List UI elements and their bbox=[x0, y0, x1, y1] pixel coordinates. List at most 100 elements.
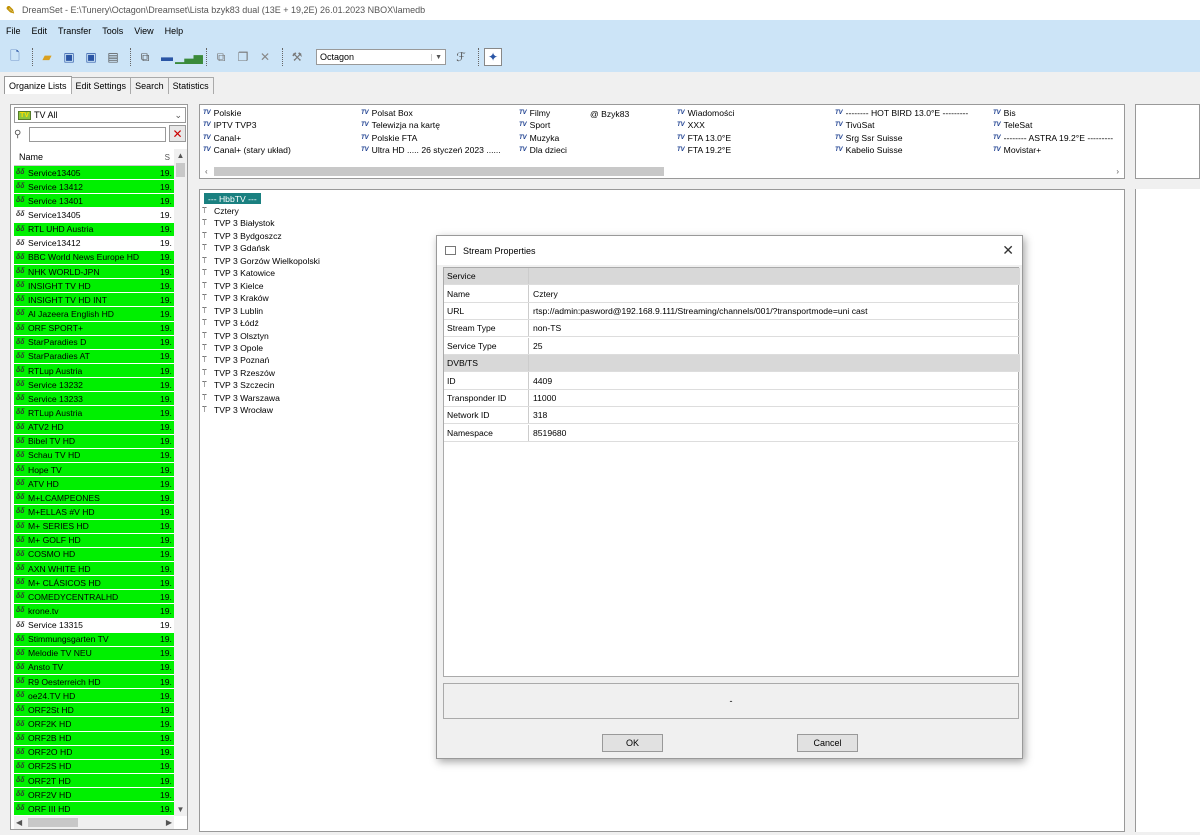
bouquet-item[interactable]: TV Polsat Box bbox=[361, 107, 413, 119]
bouquet-item[interactable]: TV Ultra HD ..... 26 styczeń 2023 ...... bbox=[361, 144, 501, 156]
service-row[interactable]: δδ AXN WHITE HD 19. bbox=[14, 561, 174, 577]
channel-item[interactable]: ⍡ TVP 3 Poznań bbox=[202, 354, 269, 366]
scroll-right-icon[interactable]: ▶ bbox=[166, 818, 172, 827]
ok-button[interactable]: OK bbox=[602, 734, 663, 752]
menu-tools[interactable]: Tools bbox=[102, 26, 123, 36]
tab-search[interactable]: Search bbox=[130, 77, 169, 94]
service-filter-combo[interactable]: TV TV All ⌄ bbox=[14, 107, 186, 123]
service-row[interactable]: δδ ORF2O HD 19. bbox=[14, 745, 174, 760]
property-value[interactable]: rtsp://admin:pasword@192.168.9.111/Strea… bbox=[529, 303, 1020, 319]
tab-edit-settings[interactable]: Edit Settings bbox=[70, 77, 132, 94]
channel-item[interactable]: ⍡ TVP 3 Łódź bbox=[202, 317, 259, 329]
save-as-icon[interactable]: ▣ bbox=[82, 48, 100, 66]
service-row[interactable]: δδ Al Jazeera English HD 19. bbox=[14, 307, 174, 322]
service-row[interactable]: δδ COMEDYCENTRALHD 19. bbox=[14, 590, 174, 605]
service-row[interactable]: δδ ORF2S HD 19. bbox=[14, 759, 174, 775]
property-row[interactable]: Transponder ID 11000 bbox=[444, 389, 1020, 408]
wand-icon[interactable]: ℱ bbox=[452, 48, 470, 66]
bouquet-item[interactable]: TV -------- HOT BIRD 13.0°E --------- bbox=[835, 107, 968, 119]
menu-view[interactable]: View bbox=[134, 26, 153, 36]
properties-icon[interactable]: ▤ bbox=[104, 48, 122, 66]
menu-transfer[interactable]: Transfer bbox=[58, 26, 91, 36]
column-sat[interactable]: S bbox=[165, 153, 170, 162]
bouquet-item[interactable]: TV Wiadomości bbox=[677, 107, 734, 119]
property-row[interactable]: Network ID 318 bbox=[444, 407, 1020, 425]
bouquet-item[interactable]: TV Canal+ (stary układ) bbox=[203, 144, 291, 156]
channel-item[interactable]: ⍡ TVP 3 Białystok bbox=[202, 217, 275, 229]
service-row[interactable]: δδ ORF SPORT+ 19. bbox=[14, 321, 174, 336]
cancel-button[interactable]: Cancel bbox=[797, 734, 858, 752]
scroll-left-icon[interactable]: ‹ bbox=[205, 167, 208, 176]
property-value[interactable]: non-TS bbox=[529, 320, 1020, 336]
signal-icon[interactable]: ▁▃▅ bbox=[175, 48, 203, 66]
scroll-up-icon[interactable]: ▲ bbox=[174, 149, 187, 162]
service-row[interactable]: δδ Service13405 19. bbox=[14, 208, 174, 223]
scroll-down-icon[interactable]: ▼ bbox=[174, 803, 187, 816]
service-row[interactable]: δδ Service 13315 19. bbox=[14, 618, 174, 633]
service-row[interactable]: δδ NHK WORLD-JPN 19. bbox=[14, 264, 174, 280]
clear-search-button[interactable]: ✕ bbox=[169, 125, 186, 142]
device-combo[interactable]: Octagon ▼ bbox=[316, 49, 446, 65]
property-value[interactable]: 11000 bbox=[529, 390, 1020, 406]
service-row[interactable]: δδ Service 13412 19. bbox=[14, 180, 174, 195]
bouquet-item[interactable]: TV Telewizja na kartę bbox=[361, 119, 440, 131]
channel-item[interactable]: ⍡ TVP 3 Katowice bbox=[202, 267, 275, 279]
bouquet-header-hbbtv[interactable]: --- HbbTV --- bbox=[204, 193, 261, 204]
service-row[interactable]: δδ Service13412 19. bbox=[14, 236, 174, 251]
property-value[interactable]: 8519680 bbox=[529, 425, 1020, 441]
scroll-thumb[interactable] bbox=[176, 163, 185, 177]
service-row[interactable]: δδ M+ELLAS #V HD 19. bbox=[14, 505, 174, 520]
service-row[interactable]: δδ StarParadies D 19. bbox=[14, 335, 174, 350]
tab-statistics[interactable]: Statistics bbox=[167, 77, 214, 94]
bouquet-item[interactable]: TV Polskie bbox=[203, 107, 241, 119]
service-list-vscroll[interactable]: ▲ ▼ bbox=[174, 149, 187, 816]
channel-item[interactable]: ⍡ TVP 3 Olsztyn bbox=[202, 330, 269, 342]
bouquet-item[interactable]: TV Sport bbox=[519, 119, 550, 131]
scroll-thumb[interactable] bbox=[214, 166, 664, 176]
channel-item[interactable]: ⍡ TVP 3 Opole bbox=[202, 342, 263, 354]
property-row[interactable]: Stream Type non-TS bbox=[444, 320, 1020, 338]
scroll-thumb[interactable] bbox=[28, 818, 78, 827]
property-value[interactable]: Cztery bbox=[529, 285, 1020, 301]
property-row[interactable]: URL rtsp://admin:pasword@192.168.9.111/St… bbox=[444, 302, 1020, 321]
tools-icon[interactable]: ⚒ bbox=[288, 48, 306, 66]
column-name[interactable]: Name bbox=[19, 152, 43, 162]
close-icon[interactable]: ✕ bbox=[1002, 242, 1014, 259]
service-row[interactable]: δδ ORF2St HD 19. bbox=[14, 703, 174, 718]
bouquet-item[interactable]: TV Filmy bbox=[519, 107, 550, 119]
new-file-icon[interactable]: 🗋 bbox=[6, 48, 24, 66]
property-value[interactable]: 25 bbox=[529, 338, 1020, 354]
bouquet-item[interactable]: TV FTA 13.0°E bbox=[677, 132, 731, 144]
property-value[interactable]: 318 bbox=[529, 407, 1020, 423]
service-row[interactable]: δδ RTL UHD Austria 19. bbox=[14, 222, 174, 237]
service-row[interactable]: δδ ORF2K HD 19. bbox=[14, 717, 174, 732]
bouquet-item[interactable]: TV Muzyka bbox=[519, 132, 559, 144]
property-row[interactable]: ID 4409 bbox=[444, 372, 1020, 390]
bouquet-item[interactable]: TV TivùSat bbox=[835, 119, 875, 131]
bouquet-item[interactable]: TV Bis bbox=[993, 107, 1016, 119]
channel-item[interactable]: ⍡ TVP 3 Gdańsk bbox=[202, 242, 270, 254]
service-row[interactable]: δδ ORF2V HD 19. bbox=[14, 788, 174, 803]
property-section[interactable]: Service bbox=[444, 268, 1020, 286]
channel-item[interactable]: ⍡ TVP 3 Bydgoszcz bbox=[202, 230, 282, 242]
paste-icon[interactable]: ❐ bbox=[234, 48, 252, 66]
scroll-right-icon[interactable]: › bbox=[1116, 167, 1119, 176]
service-row[interactable]: δδ Service 13232 19. bbox=[14, 378, 174, 393]
service-search-input[interactable] bbox=[29, 126, 166, 142]
service-row[interactable]: δδ Service13405 19. bbox=[14, 166, 174, 181]
channel-item[interactable]: ⍡ TVP 3 Kraków bbox=[202, 292, 269, 304]
bouquet-item[interactable]: TV Movistar+ bbox=[993, 144, 1041, 156]
copy-icon[interactable]: ⧉ bbox=[212, 48, 230, 66]
channel-item[interactable]: ⍡ TVP 3 Warszawa bbox=[202, 392, 280, 404]
property-section[interactable]: DVB/TS bbox=[444, 355, 1020, 373]
bouquet-hscroll[interactable]: ‹ › bbox=[202, 165, 1122, 177]
property-row[interactable]: Namespace 8519680 bbox=[444, 424, 1020, 442]
scroll-left-icon[interactable]: ◀ bbox=[16, 818, 22, 827]
service-row[interactable]: δδ ORF2B HD 19. bbox=[14, 731, 174, 746]
bouquet-item[interactable]: TV Kabelio Suisse bbox=[835, 144, 903, 156]
property-row[interactable]: Name Cztery bbox=[444, 285, 1020, 303]
service-row[interactable]: δδ Hope TV 19. bbox=[14, 462, 174, 478]
channel-item[interactable]: ⍡ TVP 3 Gorzów Wielkopolski bbox=[202, 255, 320, 267]
menu-edit[interactable]: Edit bbox=[32, 26, 48, 36]
channel-item[interactable]: ⍡ TVP 3 Kielce bbox=[202, 280, 264, 292]
